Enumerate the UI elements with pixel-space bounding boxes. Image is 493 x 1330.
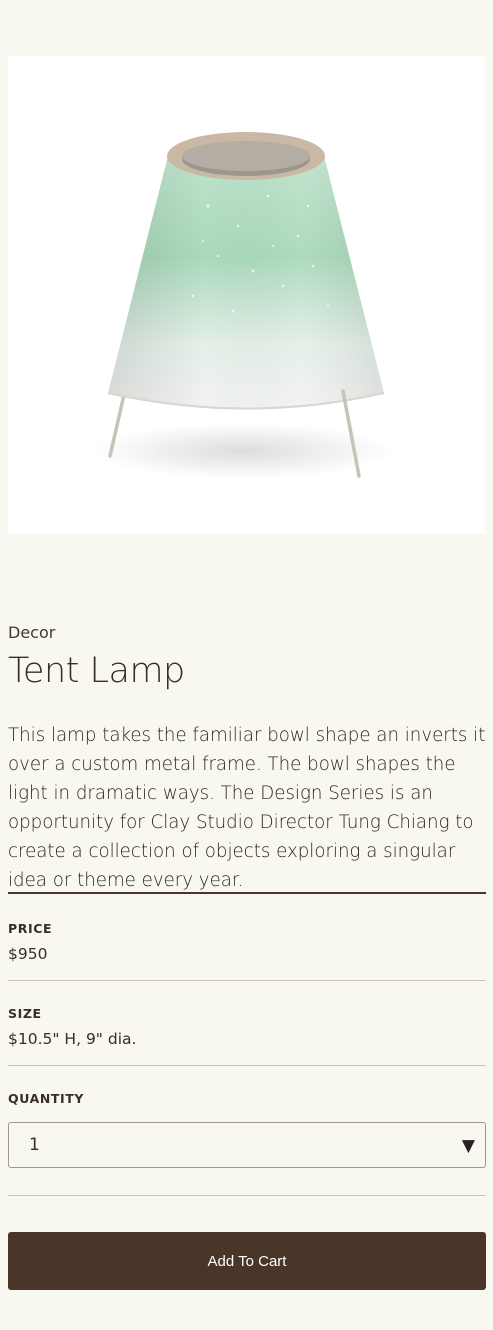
caret-down-icon: ▼ <box>461 1136 475 1156</box>
quantity-label: QUANTITY <box>8 1091 85 1106</box>
product-category: Decor <box>8 623 56 642</box>
product-image <box>8 56 486 534</box>
price-value: $950 <box>8 945 48 963</box>
product-title: Tent Lamp <box>8 651 185 691</box>
size-label: SIZE <box>8 1006 42 1021</box>
size-divider <box>8 1065 486 1066</box>
add-to-cart-button[interactable]: Add To Cart <box>8 1232 486 1290</box>
price-divider <box>8 980 486 981</box>
price-label: PRICE <box>8 921 53 936</box>
quantity-divider <box>8 1195 486 1196</box>
size-value: $10.5" H, 9" dia. <box>8 1030 137 1048</box>
quantity-select[interactable]: 1 ▼ <box>8 1122 486 1168</box>
lamp-illustration <box>93 132 393 479</box>
details-divider <box>8 892 486 894</box>
quantity-selected-value: 1 <box>29 1135 40 1155</box>
product-description: This lamp takes the familiar bowl shape … <box>8 725 486 891</box>
